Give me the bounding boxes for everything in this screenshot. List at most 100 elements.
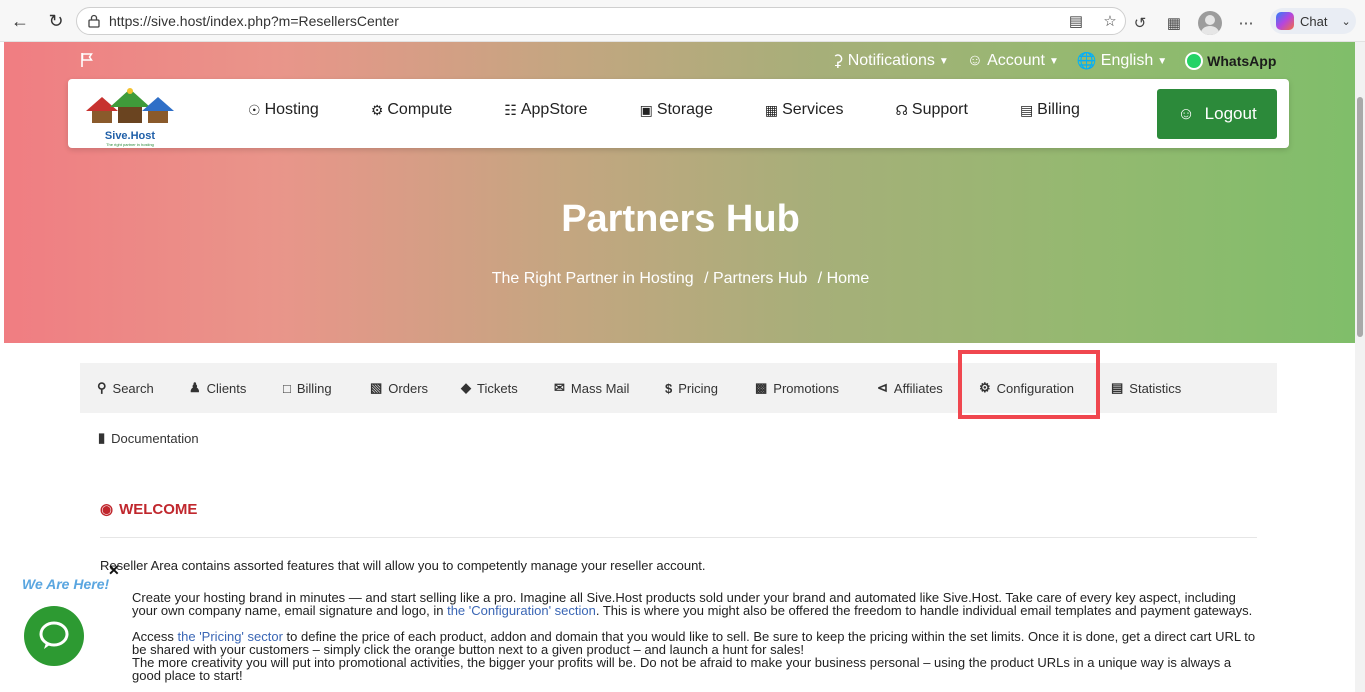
welcome-label: WELCOME [119,500,198,518]
tab-label: Promotions [773,380,840,396]
account-label: Account [987,52,1045,69]
tab-promotions[interactable]: ▩ Promotions [755,363,839,413]
page-title: Partners Hub [561,198,800,240]
tab-search[interactable]: ⚲ Search [97,363,154,413]
chat-bubble-button[interactable] [24,606,84,666]
tab-label: Statistics [1129,380,1182,396]
configuration-highlight [958,350,1100,419]
favorite-star-icon[interactable]: ☆ [1100,11,1120,31]
flag-icon[interactable] [80,52,94,68]
paragraph-text: . This is where you might also be offere… [595,603,1253,618]
nav-hosting[interactable]: ☉ Hosting [248,101,319,119]
account-menu[interactable]: ☺ Account ▼ [967,52,1059,70]
tab-documentation[interactable]: ▮ Documentation [98,428,199,448]
envelope-icon: ✉ [554,380,565,395]
tab-label: Pricing [678,380,718,396]
nav-storage[interactable]: ▣ Storage [640,101,713,119]
intro-text: Reseller Area contains assorted features… [100,558,706,573]
live-chat-widget[interactable]: We Are Here! [22,576,122,671]
site-logo[interactable]: Sive.Host The right partner in hosting [84,85,176,147]
extensions-icon[interactable]: ▦ [1164,13,1184,33]
file-icon: □ [283,380,291,396]
close-icon[interactable]: ✕ [108,562,120,579]
search-icon: ⚲ [97,380,107,395]
chat-bubble-icon [39,621,69,649]
site-info-icon[interactable] [87,14,101,28]
bell-icon: ⚳ [832,53,844,70]
chevron-down-icon: ⌄ [1341,15,1351,28]
logo-text: Sive.Host [104,130,156,142]
profile-avatar[interactable] [1198,11,1222,35]
gift-icon: ▦ [764,101,779,118]
whatsapp-icon [1185,52,1204,70]
tab-mass-mail[interactable]: ✉ Mass Mail [554,363,629,413]
nav-services[interactable]: ▦ Services [765,101,844,119]
language-menu[interactable]: 🌐 English ▼ [1077,51,1167,71]
user-icon: ☺ [966,52,984,69]
nav-label: Billing [1037,101,1080,118]
browser-toolbar: ← ↻ https://sive.host/index.php?m=Resell… [0,0,1365,42]
tab-tickets[interactable]: ◆ Tickets [461,363,518,413]
globe-icon: 🌐 [1076,53,1097,70]
configuration-link[interactable]: the 'Configuration' section [447,603,596,618]
logout-button[interactable]: ☺ Logout [1157,89,1277,139]
tab-label: Billing [296,380,332,396]
dollar-icon: $ [665,380,673,396]
cube-icon: ▣ [639,101,653,118]
nav-appstore[interactable]: ☷ AppStore [504,101,587,119]
tab-statistics[interactable]: ▤ Statistics [1111,363,1181,413]
nav-support[interactable]: ☊ Support [895,101,967,119]
notifications-menu[interactable]: ⚳ Notifications ▼ [832,51,949,71]
main-menu: ☉ Hosting ⚙ Compute ☷ AppStore ▣ Storage ▦ Se… [248,101,1132,119]
tab-label: Tickets [477,380,518,396]
reload-icon[interactable]: ↻ [44,9,68,33]
headset-icon: ☊ [895,101,908,118]
back-icon[interactable]: ← [8,9,32,33]
breadcrumb-item[interactable]: / Partners Hub [704,270,807,287]
language-label: English [1100,52,1154,69]
money-icon: ▩ [755,380,768,395]
page-scrollbar[interactable] [1355,42,1365,692]
whatsapp-link[interactable]: WhatsApp [1185,52,1276,70]
paragraph-text: to define the price of each product, add… [132,629,1256,657]
breadcrumb-item[interactable]: The Right Partner in Hosting [492,270,694,287]
cart-icon: ▧ [370,380,383,395]
ticket-icon: ◆ [461,380,471,395]
nav-compute[interactable]: ⚙ Compute [371,101,452,119]
tab-billing[interactable]: □ Billing [283,363,332,413]
notifications-label: Notifications [847,52,935,69]
welcome-heading: ◉ WELCOME [100,500,198,519]
gear-icon: ⚙ [370,101,384,118]
chat-label: Chat [1300,13,1328,29]
copilot-chat-button[interactable]: Chat ⌄ [1270,8,1356,34]
history-icon[interactable]: ↺ [1130,13,1150,33]
tab-orders[interactable]: ▧ Orders [370,363,428,413]
tab-label: Documentation [111,430,199,446]
whatsapp-label: WhatsApp [1207,53,1277,69]
database-icon: ☷ [504,101,517,118]
main-navigation: Sive.Host The right partner in hosting ☉… [68,79,1289,148]
paragraph-pricing: Access the 'Pricing' sector to define th… [132,630,1257,656]
book-icon: ▮ [98,430,106,445]
address-bar[interactable]: https://sive.host/index.php?m=ResellersC… [76,7,1126,35]
reader-mode-icon[interactable]: ▤ [1066,11,1086,31]
more-options-icon[interactable]: ⋯ [1236,13,1256,33]
tab-clients[interactable]: ♟ Clients [189,363,246,413]
tab-label: Search [112,380,154,396]
tab-affiliates[interactable]: ⊲ Affiliates [877,363,943,413]
logo-huts-icon [86,88,174,123]
nav-label: Services [782,101,844,118]
share-icon: ⊲ [877,380,888,395]
chevron-down-icon: ▼ [1157,55,1168,67]
copilot-icon [1276,12,1294,30]
nav-label: Support [911,101,968,118]
nav-billing[interactable]: ▤ Billing [1020,101,1080,119]
chevron-down-icon: ▼ [938,55,949,67]
url-text: https://sive.host/index.php?m=ResellersC… [109,13,399,29]
scroll-thumb[interactable] [1357,97,1363,337]
user-icon: ☺ [1177,104,1195,123]
tab-pricing[interactable]: $ Pricing [665,363,718,413]
chevron-down-icon: ▼ [1048,55,1059,67]
breadcrumb-item: / Home [817,270,870,287]
tab-label: Affiliates [893,380,943,396]
